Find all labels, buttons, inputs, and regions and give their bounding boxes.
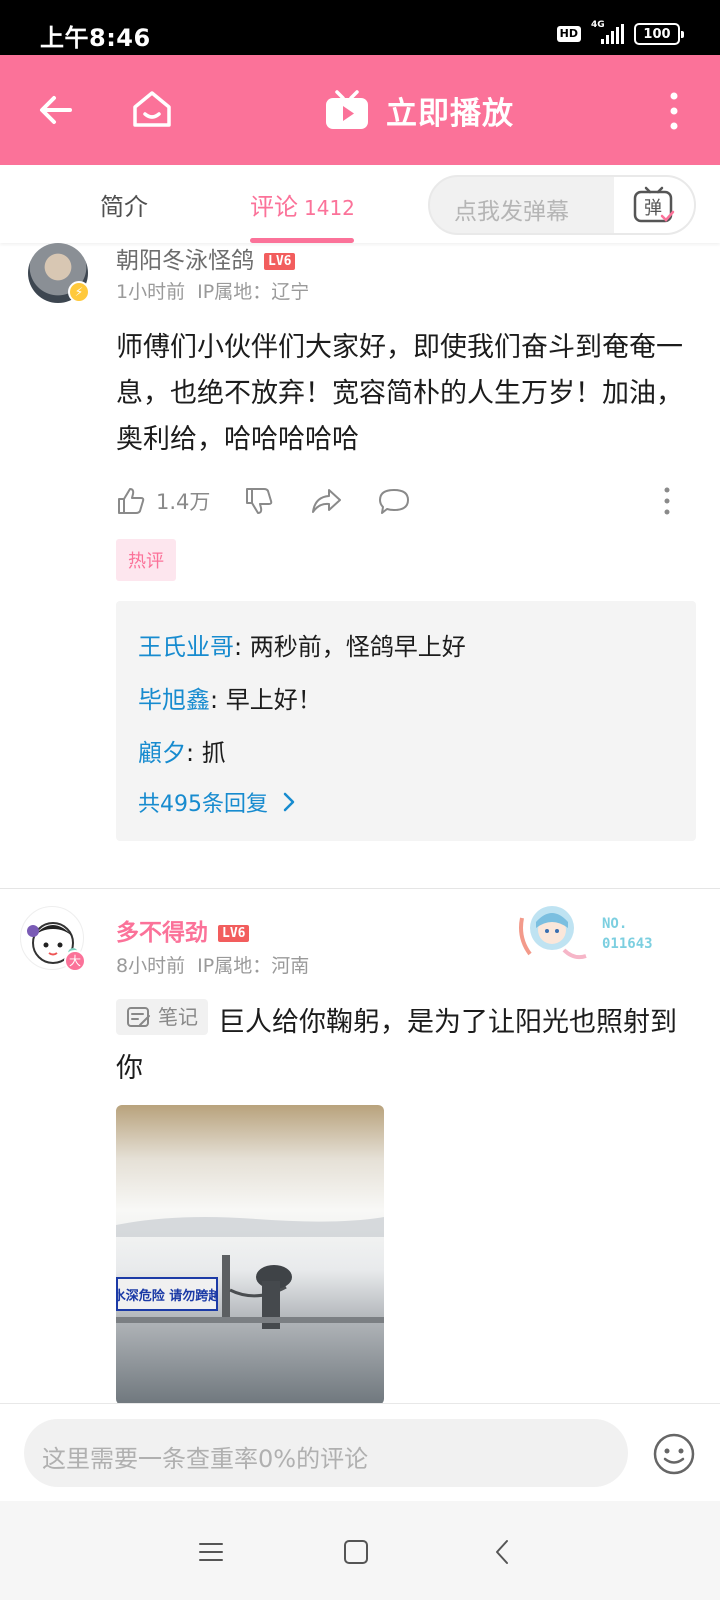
- comment-time: 8小时前: [116, 955, 186, 977]
- reply-author[interactable]: 王氏业哥: [138, 633, 234, 661]
- comment-divider: [0, 888, 720, 889]
- photo-scene: [116, 1217, 384, 1329]
- tv-play-icon: [326, 90, 368, 129]
- like-count: 1.4万: [156, 490, 211, 514]
- thumbs-up-icon: [118, 488, 145, 514]
- chevron-right-icon: [283, 792, 295, 812]
- comment-meta: 1小时前 IP属地：辽宁: [116, 277, 309, 304]
- note-tag-label: 笔记: [158, 1005, 198, 1029]
- like-button[interactable]: 1.4万: [116, 481, 210, 521]
- comment-input[interactable]: 这里需要一条查重率0%的评论: [24, 1419, 628, 1487]
- username-text: 朝阳冬泳怪鸽: [116, 248, 254, 274]
- comment-meta: 8小时前 IP属地：河南: [116, 951, 309, 978]
- tab-comments-label: 评论: [250, 193, 298, 221]
- signal-icon: 4G: [591, 20, 624, 44]
- avatar-badge: 大: [64, 950, 86, 972]
- status-bar: 上午8:46 HD 4G 100: [0, 0, 720, 55]
- comment-text: 笔记 巨人给你鞠躬，是为了让阳光也照射到你: [116, 999, 696, 1092]
- play-now-label: 立即播放: [386, 95, 514, 132]
- level-badge: LV6: [264, 253, 296, 270]
- reply-text: : 两秒前，怪鸽早上好: [234, 633, 466, 661]
- comment-time: 1小时前: [116, 281, 186, 303]
- comment-input-placeholder: 这里需要一条查重率0%的评论: [42, 1445, 369, 1473]
- danmaku-placeholder: 点我发弹幕: [454, 199, 569, 225]
- note-tag: 笔记: [116, 999, 208, 1035]
- comments-count: 1412: [304, 196, 355, 220]
- reply-author[interactable]: 顧夕: [138, 739, 186, 767]
- dislike-button[interactable]: [244, 481, 274, 521]
- share-icon: [312, 489, 341, 513]
- anime-character-badge-icon: [519, 906, 587, 960]
- comment-location: IP属地：辽宁: [197, 281, 310, 303]
- fan-badge-no-label: NO.: [602, 916, 628, 932]
- network-type: 4G: [591, 20, 605, 30]
- hd-icon: HD: [556, 26, 581, 42]
- comment-location: IP属地：河南: [197, 955, 310, 977]
- reply-text: : 抓: [186, 739, 226, 767]
- battery-level: 100: [643, 26, 671, 42]
- home-icon[interactable]: [130, 87, 174, 131]
- nav-back-icon[interactable]: [488, 1537, 518, 1567]
- fan-badge[interactable]: NO. 011643: [516, 898, 676, 968]
- reply-item[interactable]: 毕旭鑫: 早上好！: [138, 680, 322, 715]
- reply-item[interactable]: 顧夕: 抓: [138, 733, 226, 768]
- reply-author[interactable]: 毕旭鑫: [138, 686, 210, 714]
- comment-actions: 1.4万: [116, 481, 686, 521]
- comment-text: 师傅们小伙伴们大家好，即使我们奋斗到奄奄一息，也绝不放弃！宽容简朴的人生万岁！加…: [116, 332, 683, 455]
- tab-intro[interactable]: 简介: [100, 187, 148, 222]
- back-arrow-icon[interactable]: [36, 90, 76, 130]
- battery-icon: 100: [634, 23, 684, 45]
- comment-more-button[interactable]: [662, 481, 672, 521]
- note-icon: [127, 1007, 150, 1027]
- danmaku-toggle-button[interactable]: 弹: [614, 177, 694, 233]
- home-square-icon[interactable]: [341, 1537, 371, 1567]
- reply-button[interactable]: [378, 481, 410, 521]
- comment-list[interactable]: ⚡ 朝阳冬泳怪鸽 LV6 1小时前 IP属地：辽宁 师傅们小伙伴们大家好，即使我们…: [0, 243, 720, 1403]
- level-badge: LV6: [218, 925, 250, 942]
- comment-input-bar: 这里需要一条查重率0%的评论: [0, 1403, 720, 1501]
- comment-username[interactable]: 多不得劲 LV6: [116, 913, 250, 947]
- share-button[interactable]: [310, 481, 342, 521]
- reply-text: : 早上好！: [210, 686, 322, 714]
- view-all-replies-link[interactable]: 共495条回复: [138, 786, 296, 818]
- danmaku-icon-char: 弹: [644, 198, 662, 219]
- more-vertical-icon: [664, 487, 670, 515]
- danmaku-input[interactable]: 点我发弹幕 弹: [428, 175, 696, 235]
- vip-lightning-icon: ⚡: [68, 281, 90, 303]
- tab-comments[interactable]: 评论 1412: [250, 187, 355, 222]
- reply-preview-box[interactable]: 王氏业哥: 两秒前，怪鸽早上好 毕旭鑫: 早上好！ 顧夕: 抓 共495条回复: [116, 601, 696, 841]
- more-vertical-icon[interactable]: [668, 91, 680, 131]
- comment-image[interactable]: 水深危险 请勿跨越: [116, 1105, 384, 1403]
- thumbs-down-icon: [246, 488, 273, 514]
- emoji-icon[interactable]: [652, 1432, 696, 1476]
- top-header: 立即播放: [0, 55, 720, 165]
- reply-item[interactable]: 王氏业哥: 两秒前，怪鸽早上好: [138, 627, 466, 662]
- comment-username[interactable]: 朝阳冬泳怪鸽 LV6: [116, 243, 296, 275]
- play-now-button[interactable]: 立即播放: [324, 85, 514, 135]
- system-nav-bar: [0, 1501, 720, 1600]
- status-icons: HD 4G 100: [556, 20, 684, 46]
- reply-count-text: 共495条回复: [138, 792, 268, 817]
- menu-icon[interactable]: [196, 1537, 226, 1567]
- hot-comment-tag: 热评: [116, 539, 176, 581]
- status-time: 上午8:46: [40, 24, 151, 52]
- tab-bar: 简介 评论 1412 点我发弹幕 弹: [0, 165, 720, 243]
- comment-bubble-icon: [379, 489, 409, 514]
- fan-badge-no-value: 011643: [602, 936, 653, 952]
- fan-badge-number: NO. 011643: [602, 914, 653, 954]
- danmaku-tv-icon: 弹: [633, 186, 675, 223]
- username-text: 多不得劲: [116, 920, 208, 946]
